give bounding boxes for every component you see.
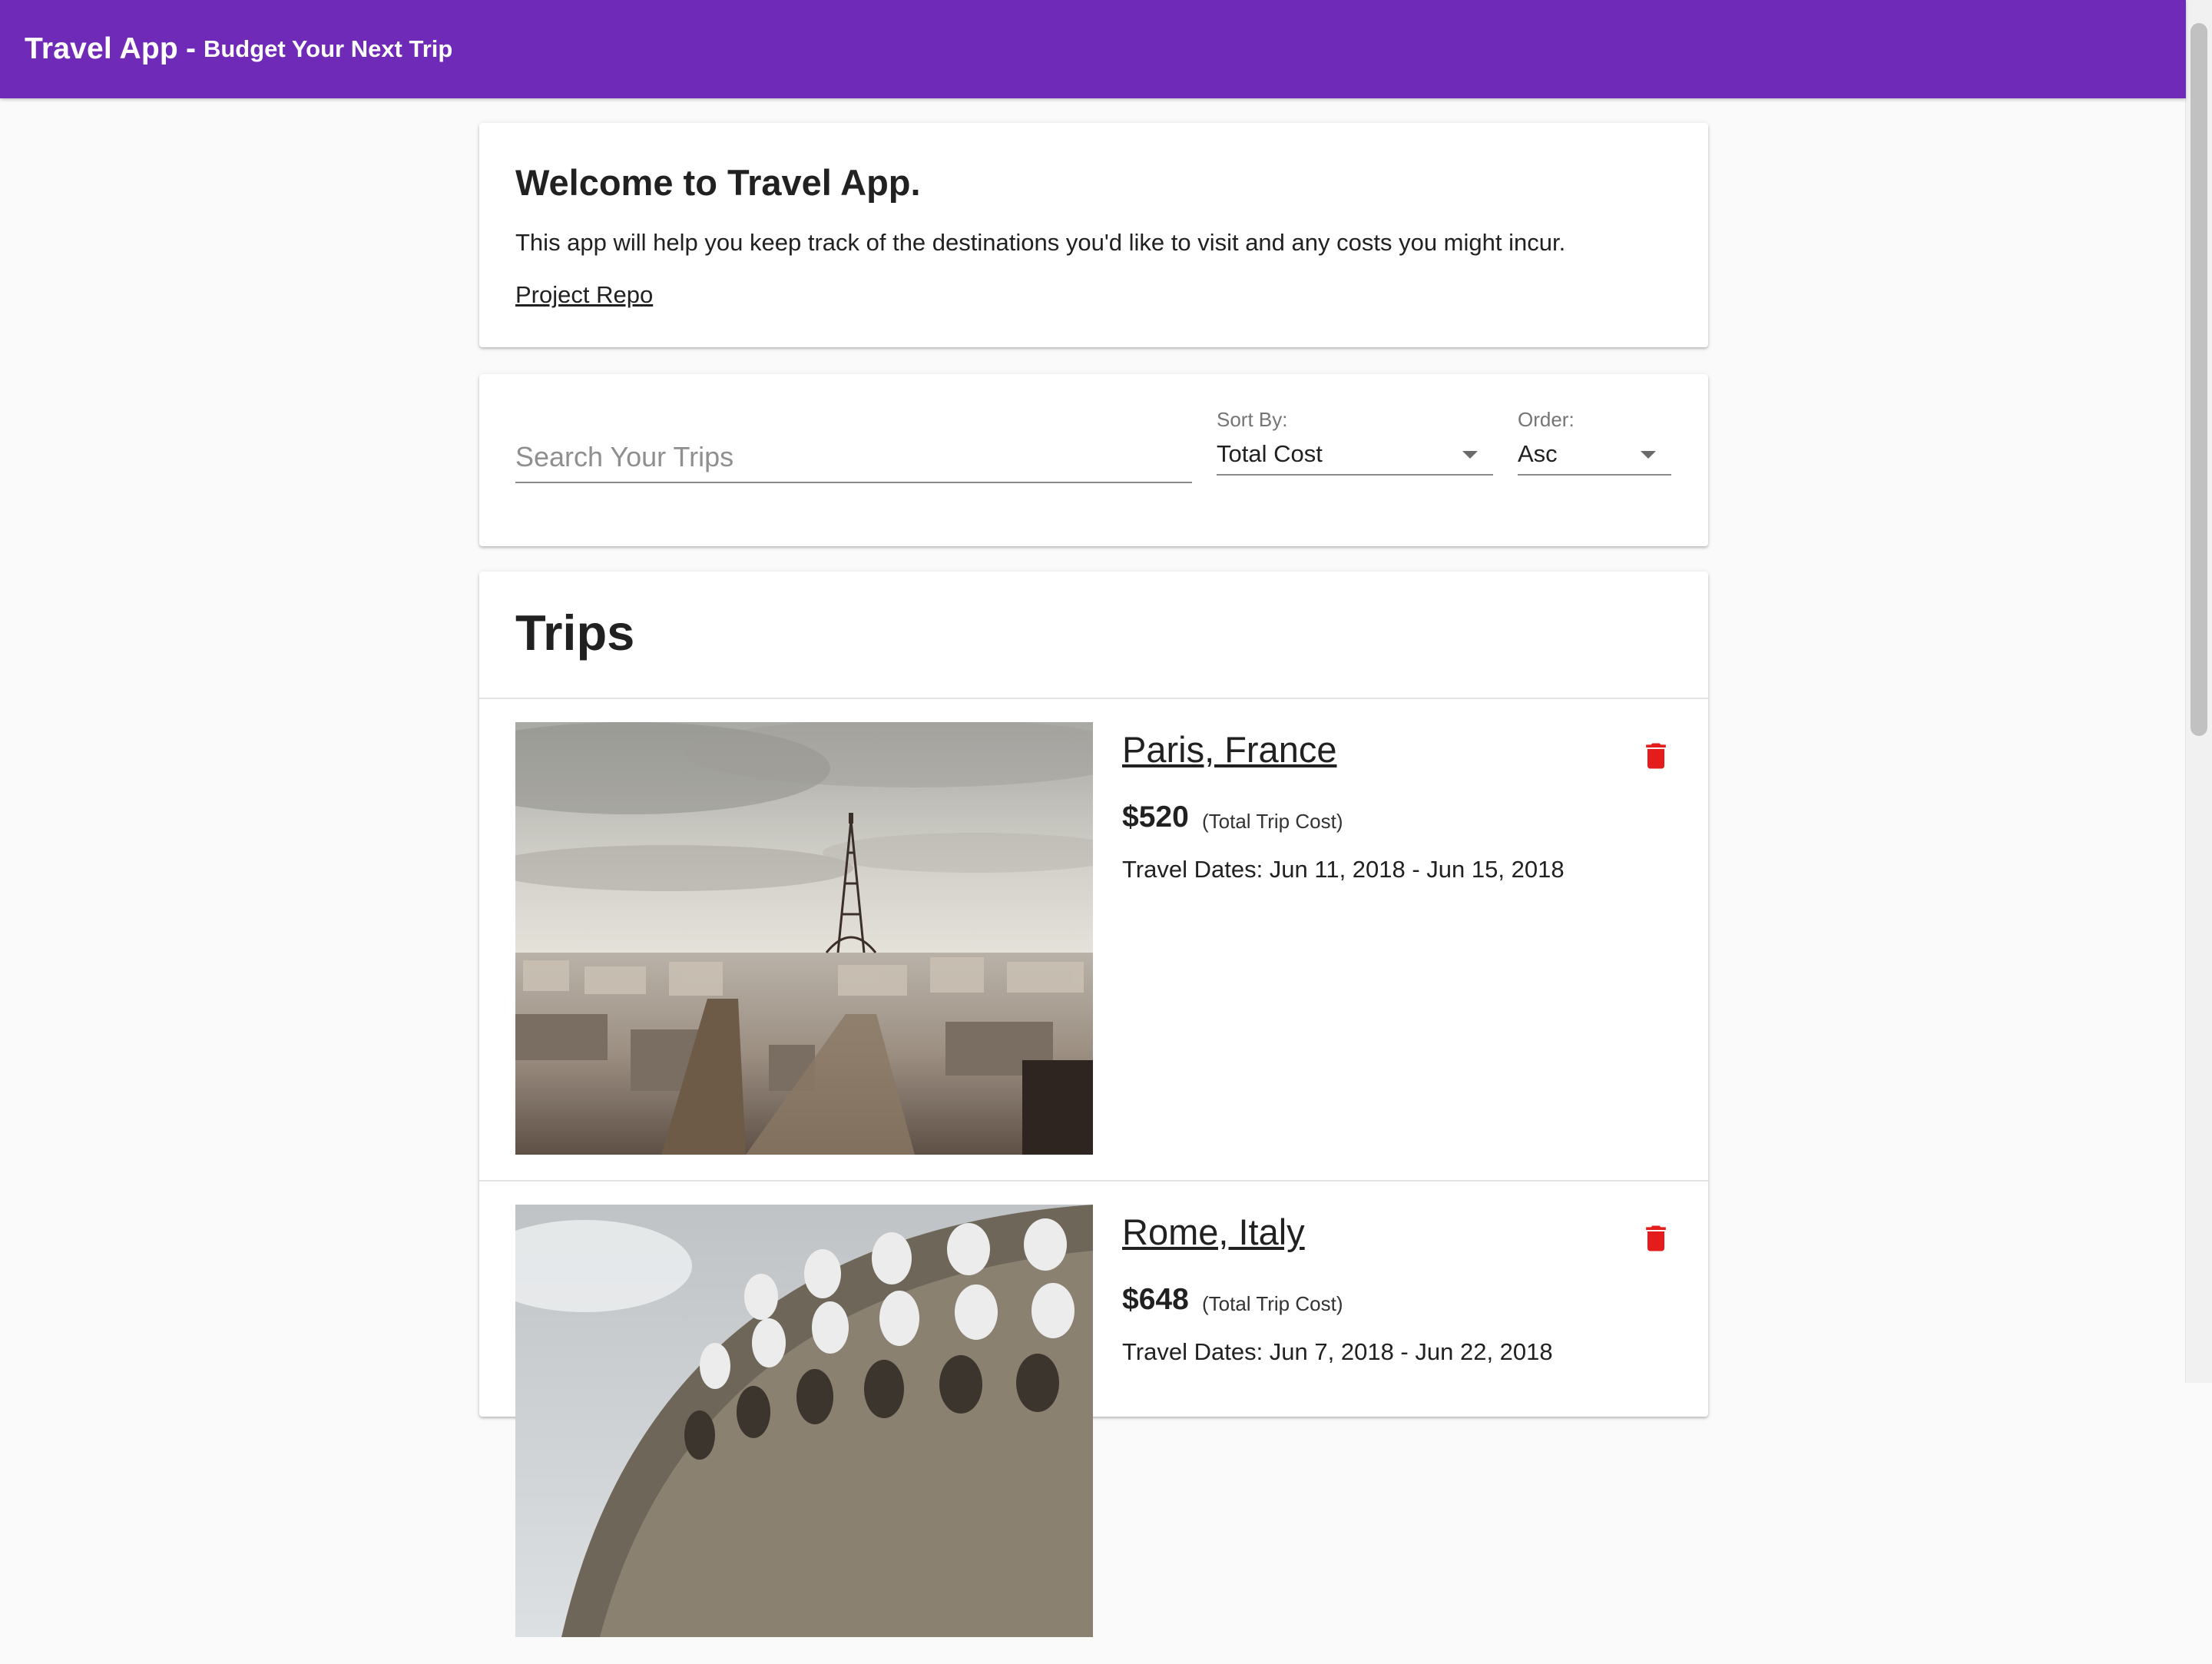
sort-by-value: Total Cost	[1217, 440, 1323, 467]
caret-down-icon	[1641, 451, 1656, 459]
order-select[interactable]: Asc	[1518, 437, 1671, 476]
project-repo-link[interactable]: Project Repo	[515, 281, 653, 309]
colosseum-photo	[515, 1205, 1093, 1637]
delete-trip-button[interactable]	[1639, 1221, 1673, 1255]
app-bar: Travel App - Budget Your Next Trip	[0, 0, 2186, 98]
welcome-heading: Welcome to Travel App.	[515, 162, 921, 203]
scrollbar-thumb[interactable]	[2190, 23, 2207, 736]
trash-icon	[1646, 1225, 1666, 1251]
trip-destination-link[interactable]: Paris, France	[1122, 728, 1336, 771]
trip-cost-note: (Total Trip Cost)	[1202, 810, 1343, 833]
trash-icon	[1646, 743, 1666, 769]
app-title: Travel App	[25, 32, 178, 65]
app-title-separator: -	[185, 32, 196, 65]
trips-heading: Trips	[515, 605, 635, 661]
filters-card: Sort By: Total Cost Order: Asc	[479, 374, 1708, 546]
eiffel-tower-photo	[515, 722, 1093, 1155]
order-value: Asc	[1518, 440, 1558, 467]
order-label: Order:	[1518, 408, 1575, 431]
trips-card: Trips Paris, France $520 (Total Trip Cos…	[479, 572, 1708, 1637]
trip-dates: Travel Dates: Jun 11, 2018 - Jun 15, 201…	[1122, 856, 1565, 883]
caret-down-icon	[1462, 451, 1478, 459]
trip-cost: $648	[1122, 1283, 1189, 1316]
sort-by-label: Sort By:	[1217, 408, 1288, 431]
trip-cost: $520	[1122, 801, 1189, 834]
trip-item: Rome, Italy $648 (Total Trip Cost) Trave…	[479, 1182, 1708, 1664]
trip-dates: Travel Dates: Jun 7, 2018 - Jun 22, 2018	[1122, 1338, 1553, 1365]
page-scrollbar[interactable]	[2185, 0, 2212, 1383]
trip-cost-note: (Total Trip Cost)	[1202, 1292, 1343, 1315]
welcome-card: Welcome to Travel App. This app will hel…	[479, 123, 1708, 347]
sort-by-select[interactable]: Total Cost	[1217, 437, 1493, 476]
trip-item: Paris, France $520 (Total Trip Cost) Tra…	[479, 699, 1708, 1182]
search-input[interactable]	[515, 436, 1192, 479]
trip-destination-link[interactable]: Rome, Italy	[1122, 1211, 1305, 1253]
search-field[interactable]	[515, 436, 1192, 483]
app-subtitle: Budget Your Next Trip	[203, 35, 453, 62]
welcome-description: This app will help you keep track of the…	[515, 229, 1566, 256]
delete-trip-button[interactable]	[1639, 739, 1673, 773]
